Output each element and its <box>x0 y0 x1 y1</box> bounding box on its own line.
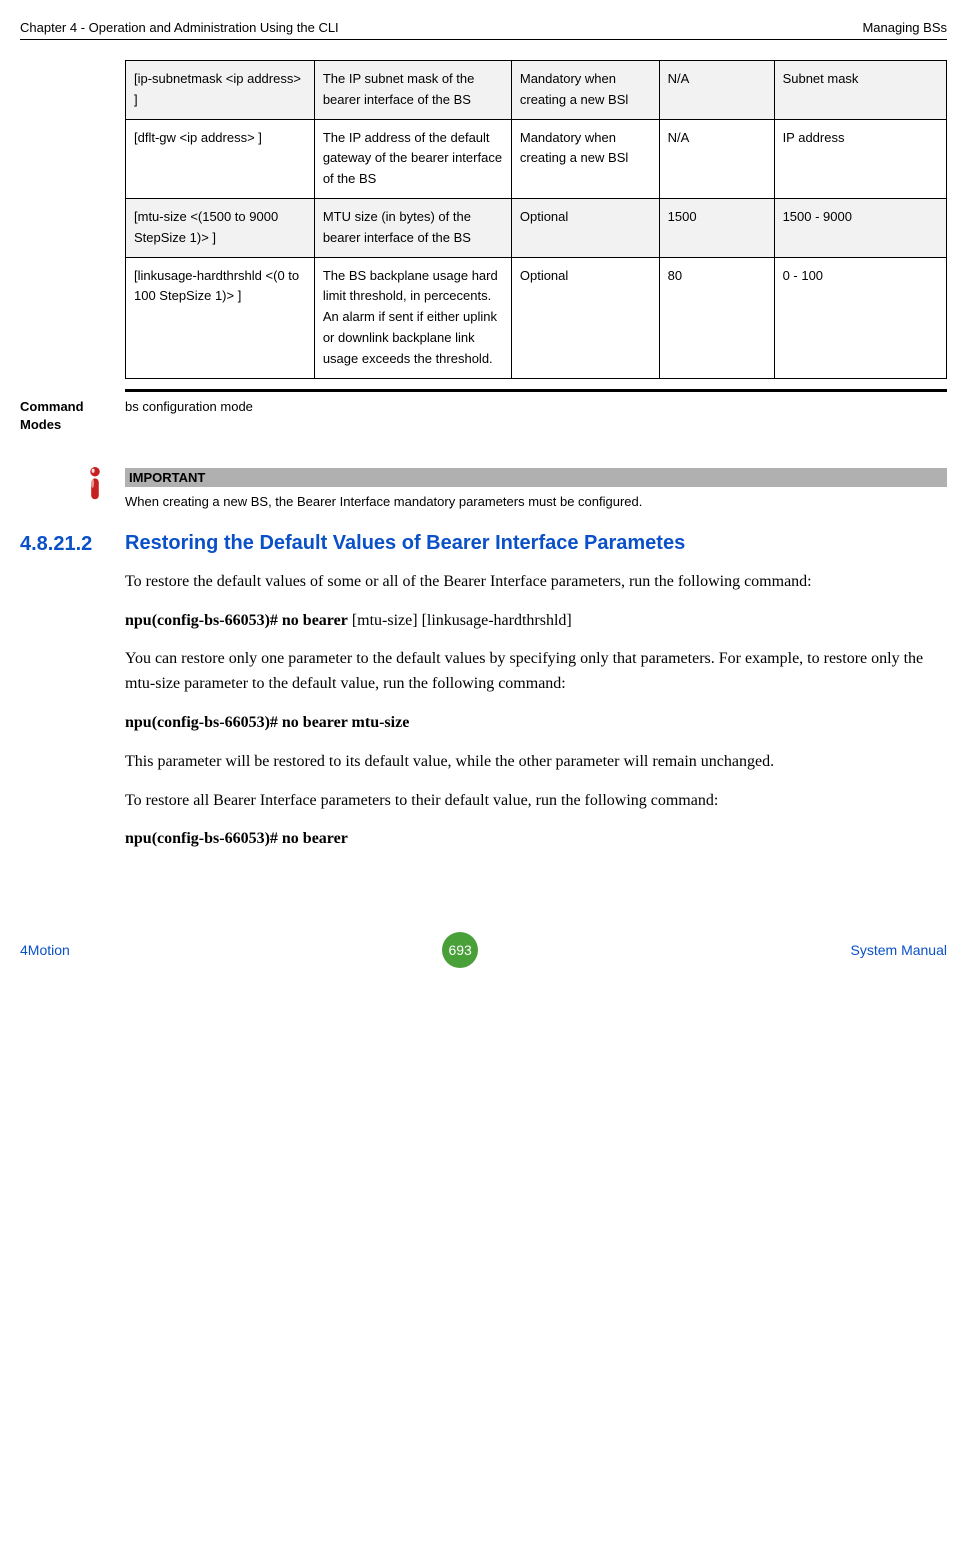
param-syntax-cell: [linkusage-hardthrshld <(0 to 100 StepSi… <box>126 257 315 378</box>
body-command-line: npu(config-bs-66053)# no bearer [mtu-siz… <box>125 609 947 634</box>
param-default-cell: 80 <box>659 257 774 378</box>
param-range-cell: 1500 - 9000 <box>774 198 946 257</box>
command-modes-value: bs configuration mode <box>125 398 253 434</box>
body-paragraph: To restore the default values of some or… <box>125 570 947 595</box>
param-default-cell: 1500 <box>659 198 774 257</box>
footer-product: 4Motion <box>20 942 70 958</box>
param-desc-cell: The IP address of the default gateway of… <box>314 119 511 198</box>
body-command-line: npu(config-bs-66053)# no bearer <box>125 827 947 852</box>
important-heading: IMPORTANT <box>125 468 947 487</box>
table-row: [linkusage-hardthrshld <(0 to 100 StepSi… <box>126 257 947 378</box>
cmd-bold: npu(config-bs-66053)# no bearer <box>125 612 348 629</box>
table-row: [dflt-gw <ip address> ] The IP address o… <box>126 119 947 198</box>
param-desc-cell: MTU size (in bytes) of the bearer interf… <box>314 198 511 257</box>
parameters-table: [ip-subnetmask <ip address> ] The IP sub… <box>125 60 947 379</box>
table-row: [mtu-size <(1500 to 9000 StepSize 1)> ] … <box>126 198 947 257</box>
param-default-cell: N/A <box>659 119 774 198</box>
param-syntax-cell: [mtu-size <(1500 to 9000 StepSize 1)> ] <box>126 198 315 257</box>
section-heading: 4.8.21.2 Restoring the Default Values of… <box>125 532 947 556</box>
header-chapter: Chapter 4 - Operation and Administration… <box>20 20 339 35</box>
section-number: 4.8.21.2 <box>20 532 125 556</box>
param-desc-cell: The IP subnet mask of the bearer interfa… <box>314 61 511 120</box>
page-footer: 4Motion 693 System Manual <box>20 932 947 968</box>
param-range-cell: 0 - 100 <box>774 257 946 378</box>
param-range-cell: Subnet mask <box>774 61 946 120</box>
footer-doc-name: System Manual <box>851 942 947 958</box>
param-default-cell: N/A <box>659 61 774 120</box>
header-rule <box>20 39 947 40</box>
param-presence-cell: Optional <box>511 198 659 257</box>
header-section: Managing BSs <box>862 20 947 35</box>
important-note: IMPORTANT When creating a new BS, the Be… <box>125 468 947 512</box>
body-paragraph: You can restore only one parameter to th… <box>125 647 947 697</box>
page-number: 693 <box>442 932 478 968</box>
cmd-args: [mtu-size] [linkusage-hardthrshld] <box>348 612 572 629</box>
body-command-line: npu(config-bs-66053)# no bearer mtu-size <box>125 711 947 736</box>
param-syntax-cell: [ip-subnetmask <ip address> ] <box>126 61 315 120</box>
table-row: [ip-subnetmask <ip address> ] The IP sub… <box>126 61 947 120</box>
command-modes-label: Command Modes <box>20 398 125 434</box>
param-syntax-cell: [dflt-gw <ip address> ] <box>126 119 315 198</box>
command-modes-row: Command Modes bs configuration mode <box>125 389 947 434</box>
param-desc-cell: The BS backplane usage hard limit thresh… <box>314 257 511 378</box>
section-title: Restoring the Default Values of Bearer I… <box>125 532 685 556</box>
cmd-bold: npu(config-bs-66053)# no bearer <box>125 830 348 847</box>
param-presence-cell: Mandatory when creating a new BSl <box>511 61 659 120</box>
body-paragraph: To restore all Bearer Interface paramete… <box>125 789 947 814</box>
important-text: When creating a new BS, the Bearer Inter… <box>125 493 947 512</box>
param-presence-cell: Mandatory when creating a new BSl <box>511 119 659 198</box>
param-range-cell: IP address <box>774 119 946 198</box>
cmd-bold: npu(config-bs-66053)# no bearer mtu-size <box>125 714 409 731</box>
important-icon <box>81 466 111 507</box>
param-presence-cell: Optional <box>511 257 659 378</box>
body-paragraph: This parameter will be restored to its d… <box>125 750 947 775</box>
page-header: Chapter 4 - Operation and Administration… <box>20 20 947 35</box>
